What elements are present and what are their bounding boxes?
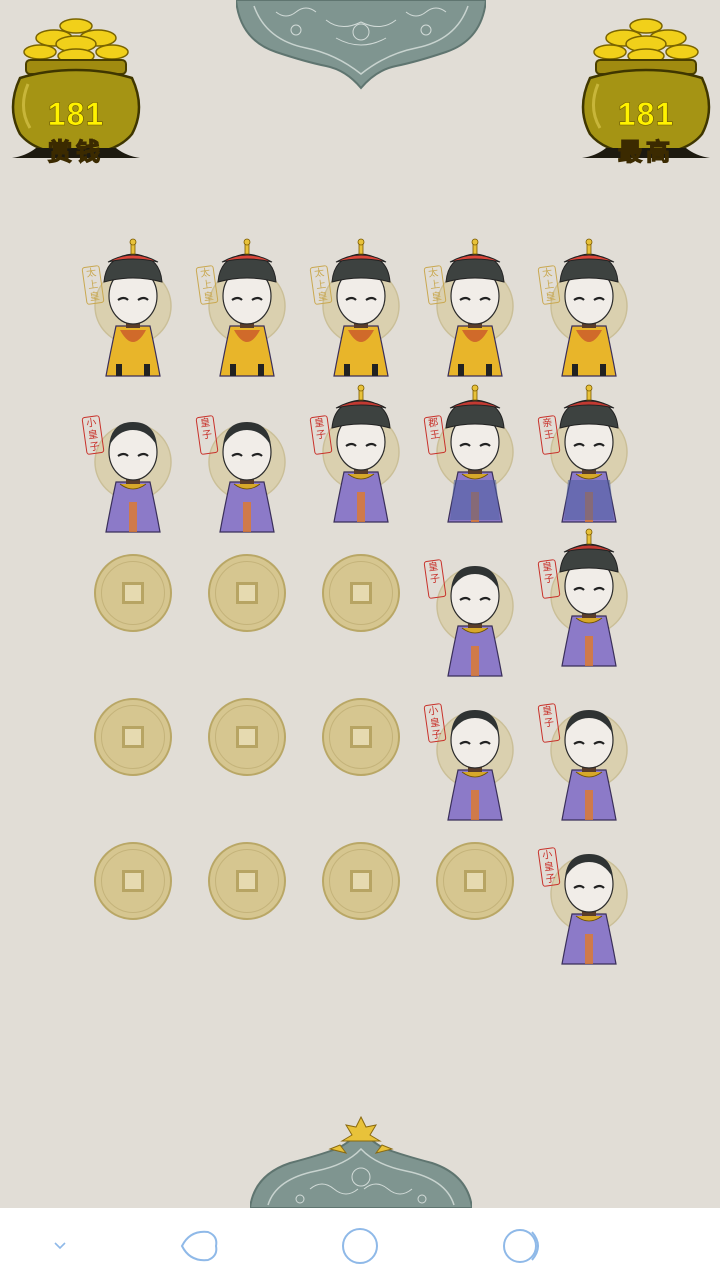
qing-character-icon xyxy=(436,384,514,523)
recents-icon[interactable] xyxy=(502,1226,542,1266)
qing-character-icon xyxy=(550,238,628,377)
score-label: 赏钱 xyxy=(47,137,104,166)
qing-character-icon xyxy=(322,384,400,523)
coin-icon xyxy=(322,698,400,776)
qing-character-icon xyxy=(550,710,628,821)
top-ornament xyxy=(236,0,486,90)
character-prince[interactable]: 皇子 xyxy=(532,668,646,821)
character-prince-small[interactable]: 小皇子 xyxy=(418,668,532,821)
qing-character-icon xyxy=(208,422,286,533)
qing-character-icon xyxy=(436,566,514,677)
bottom-ornament xyxy=(250,1115,472,1208)
character-prince-small[interactable]: 小皇子 xyxy=(76,380,190,533)
qing-character-icon xyxy=(550,384,628,523)
chevron-down-icon[interactable] xyxy=(40,1226,80,1266)
empty-coin-slot[interactable] xyxy=(76,668,190,812)
character-prince-hat[interactable]: 皇子 xyxy=(304,380,418,524)
character-emperor[interactable]: 太上皇 xyxy=(76,236,190,380)
qing-character-icon xyxy=(94,422,172,533)
character-junwang[interactable]: 郡王 xyxy=(418,380,532,524)
back-icon[interactable] xyxy=(178,1226,218,1266)
qing-character-icon xyxy=(322,238,400,377)
game-grid: 太上皇 太上皇 太上皇 太上皇 太上皇 小皇子 皇子 皇子 郡王 亲王 皇子 皇子 小皇子 皇子 小皇子 xyxy=(76,236,646,965)
coin-icon xyxy=(208,842,286,920)
character-prince-small[interactable]: 小皇子 xyxy=(532,812,646,965)
character-prince[interactable]: 皇子 xyxy=(418,524,532,677)
home-icon[interactable] xyxy=(340,1226,380,1266)
character-prince-hat[interactable]: 皇子 xyxy=(532,524,646,668)
empty-coin-slot[interactable] xyxy=(190,524,304,668)
character-prince[interactable]: 皇子 xyxy=(190,380,304,533)
coin-icon xyxy=(208,698,286,776)
character-emperor[interactable]: 太上皇 xyxy=(418,236,532,380)
high-score-pot: 181 最高 xyxy=(576,8,716,167)
coin-icon xyxy=(436,842,514,920)
qing-character-icon xyxy=(550,528,628,667)
empty-coin-slot[interactable] xyxy=(418,812,532,956)
character-emperor[interactable]: 太上皇 xyxy=(304,236,418,380)
empty-coin-slot[interactable] xyxy=(304,668,418,812)
coin-icon xyxy=(208,554,286,632)
empty-coin-slot[interactable] xyxy=(190,668,304,812)
character-qinwang[interactable]: 亲王 xyxy=(532,380,646,524)
system-navigation-bar xyxy=(0,1208,720,1280)
coin-icon xyxy=(322,842,400,920)
high-score-value: 181 xyxy=(617,96,675,133)
qing-character-icon xyxy=(208,238,286,377)
character-emperor[interactable]: 太上皇 xyxy=(532,236,646,380)
qing-character-icon xyxy=(436,238,514,377)
high-score-label: 最高 xyxy=(617,137,674,166)
coin-icon xyxy=(94,842,172,920)
score-pot: 181 赏钱 xyxy=(6,8,146,167)
qing-character-icon xyxy=(550,854,628,965)
empty-coin-slot[interactable] xyxy=(76,524,190,668)
empty-coin-slot[interactable] xyxy=(304,524,418,668)
empty-coin-slot[interactable] xyxy=(76,812,190,956)
score-value: 181 xyxy=(47,96,105,133)
character-emperor[interactable]: 太上皇 xyxy=(190,236,304,380)
empty-coin-slot[interactable] xyxy=(304,812,418,956)
coin-icon xyxy=(94,698,172,776)
empty-coin-slot[interactable] xyxy=(190,812,304,956)
coin-icon xyxy=(94,554,172,632)
coin-icon xyxy=(322,554,400,632)
qing-character-icon xyxy=(436,710,514,821)
qing-character-icon xyxy=(94,238,172,377)
